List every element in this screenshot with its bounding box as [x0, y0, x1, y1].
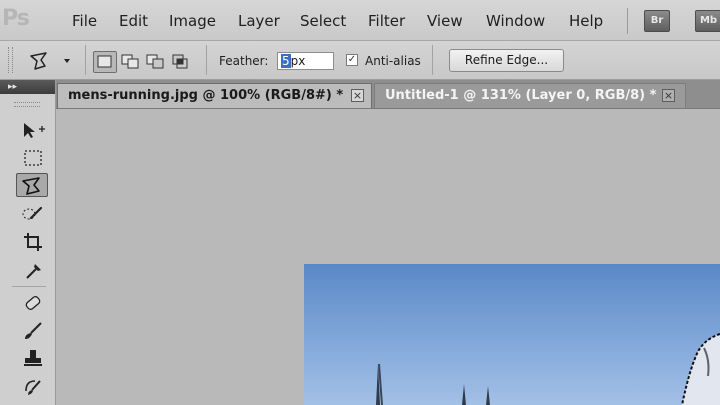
options-divider — [206, 45, 207, 75]
move-arrow-icon — [24, 123, 45, 138]
document-tab-bar: mens-running.jpg @ 100% (RGB/8#) * × Unt… — [56, 80, 720, 109]
antialias-checkbox[interactable]: ✓ — [346, 54, 358, 66]
menu-image[interactable]: Image — [167, 12, 218, 30]
tab-label: Untitled-1 @ 131% (Layer 0, RGB/8) * — [385, 88, 657, 103]
options-divider — [85, 45, 86, 75]
clone-stamp-tool[interactable] — [16, 346, 48, 370]
subtract-from-selection-button[interactable] — [144, 51, 168, 73]
brush-tool[interactable] — [16, 318, 48, 342]
menu-edit[interactable]: Edit — [117, 12, 150, 30]
tools-panel-collapse[interactable]: ▸▸ — [0, 80, 55, 94]
tools-panel: ▸▸ — [0, 80, 56, 405]
subtract-selection-icon — [146, 54, 164, 69]
crop-icon — [24, 233, 42, 251]
menu-view[interactable]: View — [425, 12, 465, 30]
move-tool[interactable] — [16, 117, 48, 141]
close-icon[interactable]: × — [662, 89, 675, 102]
marquee-icon — [24, 150, 42, 166]
rectangular-marquee-tool[interactable] — [16, 145, 48, 169]
menu-help[interactable]: Help — [567, 12, 605, 30]
bridge-button[interactable]: Br — [644, 10, 670, 32]
new-selection-button[interactable] — [93, 51, 117, 73]
eyedropper-tool[interactable] — [16, 257, 48, 281]
menu-select[interactable]: Select — [298, 12, 348, 30]
tab-label: mens-running.jpg @ 100% (RGB/8#) * — [68, 88, 344, 103]
healing-brush-icon — [25, 296, 41, 310]
add-to-selection-button[interactable] — [119, 51, 143, 73]
feather-unit: px — [290, 54, 306, 68]
eyedropper-icon — [26, 264, 41, 279]
chevron-down-icon — [64, 59, 70, 63]
tool-preset-picker[interactable] — [28, 50, 76, 72]
feather-field[interactable]: 5px — [277, 52, 334, 70]
document-image[interactable] — [304, 264, 720, 405]
tab-mens-running[interactable]: mens-running.jpg @ 100% (RGB/8#) * × — [57, 83, 372, 108]
menu-bar: Ps File Edit Image Layer Select Filter V… — [0, 0, 720, 41]
intersect-selection-button[interactable] — [169, 51, 193, 73]
tools-divider — [12, 286, 46, 287]
history-brush-tool[interactable] — [16, 374, 48, 398]
menu-file[interactable]: File — [70, 12, 99, 30]
feather-label: Feather: — [219, 54, 269, 68]
history-brush-icon — [25, 380, 41, 395]
polygonal-lasso-tool[interactable] — [16, 173, 48, 197]
polygonal-lasso-icon — [30, 52, 70, 70]
photoshop-logo: Ps — [2, 6, 30, 31]
options-bar-grip[interactable] — [8, 47, 13, 73]
antialias-label: Anti-alias — [365, 54, 421, 68]
refine-edge-button[interactable]: Refine Edge... — [449, 49, 564, 72]
polygonal-lasso-icon — [22, 177, 40, 195]
tab-untitled-1[interactable]: Untitled-1 @ 131% (Layer 0, RGB/8) * × — [374, 83, 686, 108]
brush-icon — [25, 322, 42, 339]
stamp-icon — [24, 350, 42, 366]
intersect-selection-icon — [172, 54, 188, 69]
menu-window[interactable]: Window — [484, 12, 547, 30]
new-selection-icon — [97, 55, 112, 68]
close-icon[interactable]: × — [351, 89, 364, 102]
quick-selection-icon — [22, 206, 43, 220]
mini-bridge-button[interactable]: Mb — [695, 10, 720, 32]
options-bar: Feather: Anti-alias — [0, 41, 720, 80]
add-selection-icon — [121, 54, 139, 69]
options-divider — [432, 45, 433, 75]
tools-panel-grip[interactable] — [14, 102, 40, 107]
crop-tool[interactable] — [16, 229, 48, 253]
menu-layer[interactable]: Layer — [236, 12, 282, 30]
menu-filter[interactable]: Filter — [366, 12, 407, 30]
menu-divider — [627, 8, 628, 34]
mens-running-photo — [304, 264, 720, 405]
feather-value: 5 — [281, 54, 291, 68]
spot-healing-brush-tool[interactable] — [16, 290, 48, 314]
quick-selection-tool[interactable] — [16, 201, 48, 225]
